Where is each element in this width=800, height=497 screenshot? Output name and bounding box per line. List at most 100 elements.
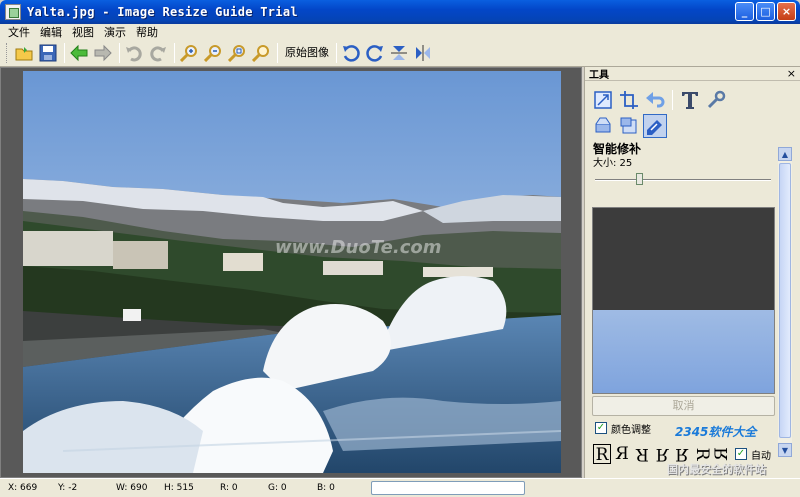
crop-tool-button[interactable] xyxy=(617,88,641,112)
status-height: H: 515 xyxy=(164,483,194,493)
scroll-down-button[interactable]: ▼ xyxy=(778,443,792,457)
crop-icon xyxy=(620,91,638,109)
toolbar-separator xyxy=(119,43,120,63)
tool-row-2 xyxy=(585,113,800,139)
smart-repair-icon xyxy=(647,120,662,135)
undo-icon xyxy=(126,46,142,62)
title-bar: Yalta.jpg - Image Resize Guide Trial _ □… xyxy=(0,0,800,24)
repair-preview[interactable] xyxy=(592,207,775,394)
save-button[interactable] xyxy=(37,42,59,64)
rotate-left-button[interactable] xyxy=(340,42,362,64)
zoom-actual-button[interactable] xyxy=(250,42,272,64)
glyph-option[interactable]: R xyxy=(593,444,611,465)
zoom-fit-button[interactable] xyxy=(226,42,248,64)
photo-watermark: www.DuoTe.com xyxy=(275,237,442,258)
zoom-in-button[interactable] xyxy=(178,42,200,64)
zoom-actual-icon xyxy=(252,45,269,62)
toolbar: 原始图像 xyxy=(0,40,800,67)
zoom-out-button[interactable] xyxy=(202,42,224,64)
text-icon xyxy=(682,92,698,109)
glyph-option[interactable]: Я xyxy=(633,444,651,464)
size-label: 大小: 25 xyxy=(593,158,633,169)
app-icon[interactable] xyxy=(5,4,21,20)
resize-icon xyxy=(594,91,612,109)
copy-stamp-tool-button[interactable] xyxy=(617,114,641,138)
flip-vertical-button[interactable] xyxy=(388,42,410,64)
maximize-button[interactable]: □ xyxy=(756,2,775,21)
color-adjust-option[interactable]: ✓ 颜色调整 xyxy=(595,421,651,436)
panel-scrollbar[interactable]: ▲ ▼ xyxy=(778,147,792,457)
panel-undo-button[interactable] xyxy=(643,88,667,112)
curved-arrow-icon xyxy=(646,92,665,108)
zoom-out-icon xyxy=(204,45,221,62)
window-controls: _ □ × xyxy=(735,2,796,21)
text-tool-button[interactable] xyxy=(678,88,702,112)
menu-bar: 文件 编辑 视图 演示 帮助 xyxy=(0,24,800,40)
rotate-right-icon xyxy=(366,45,383,62)
stamp-icon xyxy=(595,117,611,133)
section-title: 智能修补 xyxy=(593,142,642,156)
menu-demo[interactable]: 演示 xyxy=(104,24,126,40)
site-watermark-slogan: 国内最安全的软件站 xyxy=(667,463,766,476)
minimize-button[interactable]: _ xyxy=(735,2,754,21)
flip-horizontal-icon xyxy=(416,45,430,61)
close-button[interactable]: × xyxy=(777,2,796,21)
window-title: Yalta.jpg - Image Resize Guide Trial xyxy=(27,5,298,19)
tools-panel: 工具 × 智能修补 大小: 25 ▲ ▼ 取消 ✓ 颜色调整 2345软件大全 … xyxy=(584,67,800,478)
toolbar-grip[interactable] xyxy=(6,43,9,63)
panel-separator xyxy=(672,90,673,110)
site-watermark-logo: 2345软件大全 xyxy=(675,425,757,439)
auto-option[interactable]: ✓ 自动 xyxy=(735,447,771,462)
back-button[interactable] xyxy=(68,42,90,64)
redo-button[interactable] xyxy=(147,42,169,64)
color-adjust-label: 颜色调整 xyxy=(611,424,651,436)
status-blue: B: 0 xyxy=(317,483,335,493)
smart-repair-tool-button[interactable] xyxy=(643,114,667,138)
save-icon xyxy=(39,44,57,62)
wrench-icon xyxy=(707,90,726,109)
status-bar: X: 669 Y: -2 W: 690 H: 515 R: 0 G: 0 B: … xyxy=(0,478,800,497)
open-folder-icon xyxy=(15,47,33,61)
tool-row-1 xyxy=(585,87,800,113)
glyph-option[interactable]: Я xyxy=(613,444,631,464)
menu-view[interactable]: 视图 xyxy=(72,24,94,40)
scroll-up-button[interactable]: ▲ xyxy=(778,147,792,161)
slider-thumb[interactable] xyxy=(636,173,643,185)
flip-horizontal-button[interactable] xyxy=(412,42,434,64)
image-canvas[interactable]: www.DuoTe.com xyxy=(0,67,582,478)
zoom-fit-icon xyxy=(228,45,245,62)
open-button[interactable] xyxy=(13,42,35,64)
menu-edit[interactable]: 编辑 xyxy=(40,24,62,40)
status-x: X: 669 xyxy=(8,483,38,493)
stamp-tool-button[interactable] xyxy=(591,114,615,138)
status-width: W: 690 xyxy=(116,483,148,493)
toolbar-separator xyxy=(64,43,65,63)
status-red: R: 0 xyxy=(220,483,238,493)
toolbar-separator xyxy=(277,43,278,63)
toolbar-separator xyxy=(336,43,337,63)
scroll-thumb[interactable] xyxy=(779,163,791,438)
forward-arrow-icon xyxy=(94,44,112,62)
brush-size-slider[interactable] xyxy=(595,173,771,187)
undo-button[interactable] xyxy=(123,42,145,64)
menu-file[interactable]: 文件 xyxy=(8,24,30,40)
panel-close-icon[interactable]: × xyxy=(787,67,796,80)
panel-header: 工具 × xyxy=(585,67,800,81)
menu-help[interactable]: 帮助 xyxy=(136,24,158,40)
progress-bar xyxy=(371,481,525,495)
wrench-tool-button[interactable] xyxy=(704,88,728,112)
color-adjust-checkbox[interactable]: ✓ xyxy=(595,422,607,434)
auto-checkbox[interactable]: ✓ xyxy=(735,448,747,460)
status-y: Y: -2 xyxy=(58,483,78,493)
forward-button[interactable] xyxy=(92,42,114,64)
copy-stamp-icon xyxy=(620,117,637,134)
photo-yalta[interactable]: www.DuoTe.com xyxy=(23,71,561,473)
resize-tool-button[interactable] xyxy=(591,88,615,112)
cancel-button[interactable]: 取消 xyxy=(592,396,775,416)
original-image-button[interactable]: 原始图像 xyxy=(281,42,333,64)
preview-sky-area xyxy=(593,310,774,393)
rotate-right-button[interactable] xyxy=(364,42,386,64)
back-arrow-icon xyxy=(70,44,88,62)
toolbar-separator xyxy=(174,43,175,63)
flip-vertical-icon xyxy=(391,46,407,60)
